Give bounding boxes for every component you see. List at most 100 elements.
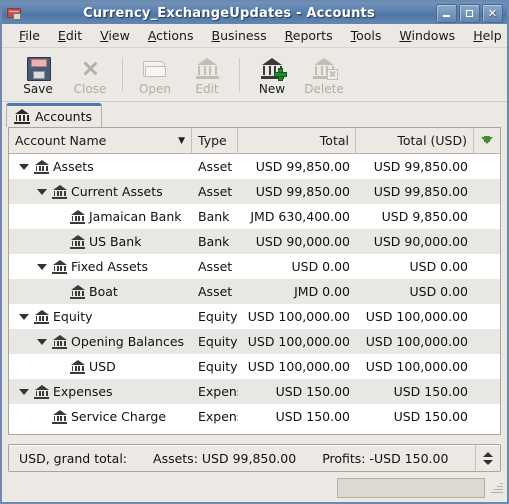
save-label: Save	[23, 81, 53, 96]
column-options-button[interactable]	[474, 128, 500, 153]
bank-plus-icon	[259, 55, 287, 81]
close-button[interactable]: ✕	[482, 3, 503, 23]
expander-triangle-icon[interactable]	[17, 163, 30, 170]
window-controls: ✕	[436, 3, 504, 23]
account-name-label: US Bank	[89, 234, 142, 249]
cell-type: Equity	[198, 359, 238, 374]
cell-account-name: Expenses	[9, 379, 192, 404]
bank-icon	[34, 384, 49, 399]
status-panel	[337, 478, 485, 498]
bank-icon	[52, 184, 67, 199]
cell-total: USD 150.00	[275, 409, 350, 424]
expander-triangle-icon[interactable]	[35, 338, 48, 345]
cell-total-usd: USD 0.00	[409, 259, 468, 274]
summary-assets: Assets: USD 99,850.00	[153, 450, 297, 466]
summary-profits: Profits: -USD 150.00	[322, 450, 449, 466]
account-name-label: Opening Balances	[71, 334, 185, 349]
cell-account-name: Fixed Assets	[9, 254, 192, 279]
new-button[interactable]: New	[246, 51, 298, 99]
column-header-total-usd[interactable]: Total (USD)	[356, 128, 474, 153]
account-name-label: Boat	[89, 284, 118, 299]
menu-bar: File Edit View Actions Business Reports …	[2, 24, 507, 48]
menu-windows[interactable]: Windows	[390, 26, 464, 45]
cell-total: USD 90,000.00	[255, 234, 350, 249]
menu-business[interactable]: Business	[203, 26, 276, 45]
menu-tools[interactable]: Tools	[342, 26, 391, 45]
expander-triangle-icon[interactable]	[17, 388, 30, 395]
cell-type: Asset	[198, 159, 233, 174]
menu-edit[interactable]: Edit	[49, 26, 91, 45]
menu-view[interactable]: View	[91, 26, 139, 45]
cell-type: Bank	[198, 234, 230, 249]
bank-edit-icon	[194, 55, 220, 81]
cell-account-name: Equity	[9, 304, 192, 329]
tab-accounts[interactable]: Accounts	[6, 103, 102, 127]
floppy-disk-icon	[25, 55, 51, 81]
menu-actions[interactable]: Actions	[139, 26, 203, 45]
title-bar[interactable]: Currency_ExchangeUpdates - Accounts ✕	[2, 2, 507, 24]
open-label: Open	[138, 81, 172, 96]
resize-grip-icon[interactable]	[489, 481, 503, 495]
column-header-account-name[interactable]: Account Name ▼	[9, 128, 192, 153]
cell-total-usd: USD 100,000.00	[365, 359, 468, 374]
cell-type: Expens	[198, 409, 238, 424]
menu-help[interactable]: Help	[464, 26, 509, 45]
cell-spacer	[474, 279, 500, 304]
cell-total: USD 100,000.00	[247, 309, 350, 324]
close-doc-button[interactable]: Close	[64, 51, 116, 99]
cell-spacer	[474, 304, 500, 329]
table-row[interactable]: Assets Asset USD 99,850.00 USD 99,850.00	[9, 154, 500, 179]
table-row[interactable]: Jamaican Bank Bank JMD 630,400.00 USD 9,850…	[9, 204, 500, 229]
cell-type: Bank	[198, 209, 230, 224]
cell-total: USD 0.00	[291, 259, 350, 274]
edit-label: Edit	[195, 81, 219, 96]
bank-icon	[70, 234, 85, 249]
cell-total-usd: USD 99,850.00	[373, 159, 468, 174]
account-name-label: Expenses	[53, 384, 113, 399]
maximize-button[interactable]	[459, 3, 480, 23]
bank-icon	[52, 409, 67, 424]
toolbar: Save Close Open Edit New Delete	[2, 48, 507, 102]
cell-total: USD 100,000.00	[247, 359, 350, 374]
delete-button[interactable]: Delete	[298, 51, 350, 99]
cell-total-usd: USD 0.00	[409, 284, 468, 299]
cell-total-usd: USD 100,000.00	[365, 334, 468, 349]
open-button[interactable]: Open	[129, 51, 181, 99]
menu-file[interactable]: File	[10, 26, 49, 45]
column-header-type[interactable]: Type	[192, 128, 238, 153]
cell-total: USD 99,850.00	[255, 159, 350, 174]
toolbar-separator-2	[239, 57, 240, 92]
menu-reports[interactable]: Reports	[276, 26, 342, 45]
table-row[interactable]: USD Equity USD 100,000.00 USD 100,000.00	[9, 354, 500, 379]
bank-icon	[70, 209, 85, 224]
account-name-label: Assets	[53, 159, 94, 174]
save-button[interactable]: Save	[12, 51, 64, 99]
edit-button[interactable]: Edit	[181, 51, 233, 99]
toolbar-separator-1	[122, 57, 123, 92]
table-row[interactable]: Equity Equity USD 100,000.00 USD 100,000.00	[9, 304, 500, 329]
bank-icon	[70, 284, 85, 299]
column-header-total[interactable]: Total	[238, 128, 356, 153]
expander-triangle-icon[interactable]	[35, 188, 48, 195]
x-close-icon	[77, 55, 103, 81]
table-row[interactable]: US Bank Bank USD 90,000.00 USD 90,000.00	[9, 229, 500, 254]
up-down-spinner-icon[interactable]	[475, 445, 500, 471]
minimize-button[interactable]	[436, 3, 457, 23]
account-name-label: Jamaican Bank	[89, 209, 182, 224]
account-name-label: USD	[89, 359, 116, 374]
cell-spacer	[474, 179, 500, 204]
bank-icon	[52, 334, 67, 349]
table-row[interactable]: Boat Asset JMD 0.00 USD 0.00	[9, 279, 500, 304]
table-row[interactable]: Service Charge Expens USD 150.00 USD 150.00	[9, 404, 500, 429]
expander-triangle-icon[interactable]	[35, 263, 48, 270]
table-row[interactable]: Expenses Expens USD 150.00 USD 150.00	[9, 379, 500, 404]
table-row[interactable]: Fixed Assets Asset USD 0.00 USD 0.00	[9, 254, 500, 279]
credit-card-icon	[5, 5, 22, 21]
bank-icon	[34, 309, 49, 324]
expander-triangle-icon[interactable]	[17, 313, 30, 320]
bank-icon	[70, 359, 85, 374]
accounts-tree-table: Account Name ▼ Type Total Total (USD) As…	[8, 127, 501, 435]
table-row[interactable]: Current Assets Asset USD 99,850.00 USD 99,8…	[9, 179, 500, 204]
cell-spacer	[474, 379, 500, 404]
table-row[interactable]: Opening Balances Equity USD 100,000.00 USD …	[9, 329, 500, 354]
